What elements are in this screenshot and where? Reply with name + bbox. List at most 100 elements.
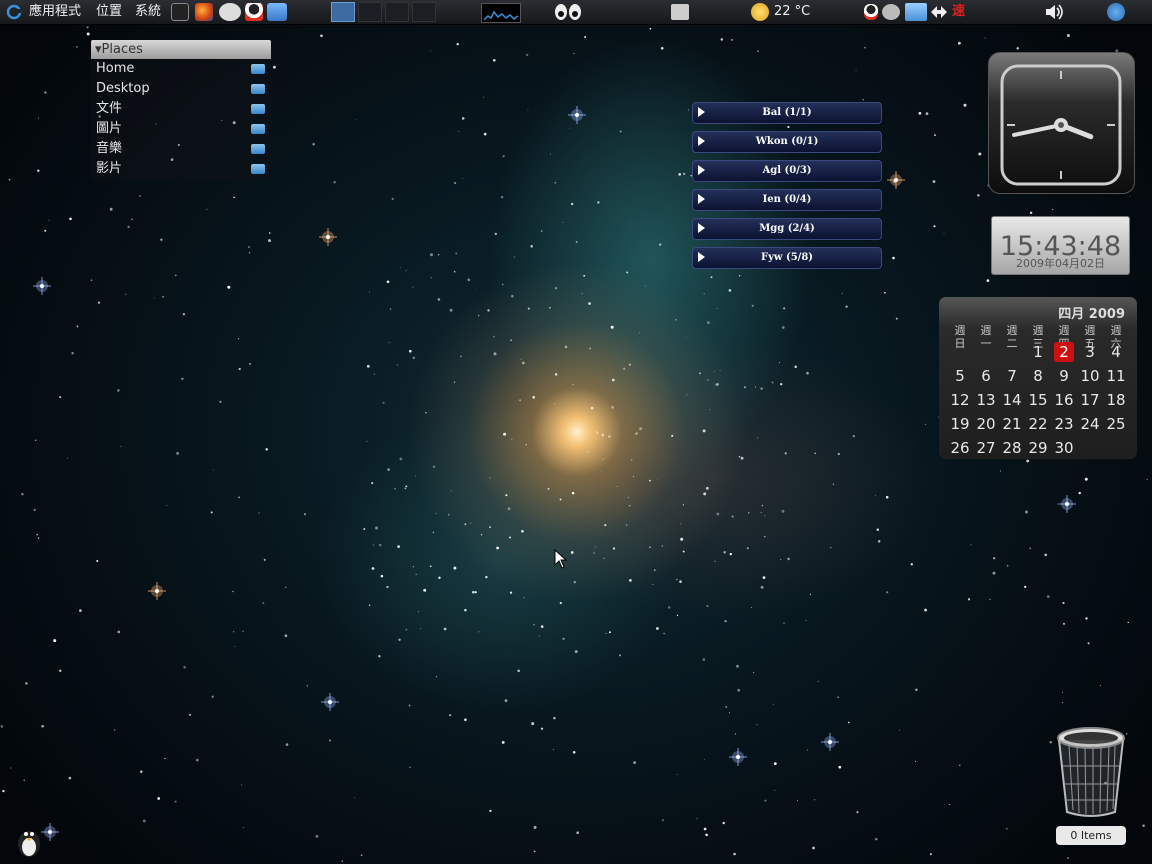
place-item-videos[interactable]: 影片 bbox=[91, 159, 271, 179]
places-widget: ▾Places Home Desktop 文件 圖片 音樂 影片 bbox=[91, 40, 271, 180]
qq-tray-icon[interactable] bbox=[864, 4, 878, 20]
calendar-day[interactable]: 5 bbox=[947, 366, 973, 386]
calendar-day[interactable]: 21 bbox=[999, 414, 1025, 434]
calendar-day[interactable]: 6 bbox=[973, 366, 999, 386]
calendar-widget[interactable]: 四月 2009 週 日週 一週 二週 三週 四週 五週 六12345678910… bbox=[939, 297, 1137, 459]
place-label: Desktop bbox=[96, 81, 150, 96]
calendar-day[interactable]: 9 bbox=[1051, 366, 1077, 386]
menu-places[interactable]: 位置 bbox=[96, 0, 122, 24]
distro-logo-icon[interactable] bbox=[6, 0, 22, 24]
image-viewer-icon[interactable] bbox=[267, 3, 287, 21]
search-icon[interactable] bbox=[1107, 3, 1125, 21]
clock-minute-hand bbox=[1012, 123, 1063, 137]
calendar-weekday-header: 週 二 bbox=[1006, 324, 1018, 350]
digital-clock-widget[interactable]: 15:43:48 2009年04月02日 bbox=[991, 216, 1130, 275]
trash-count-label: 0 Items bbox=[1056, 826, 1126, 845]
volume-icon[interactable] bbox=[1043, 0, 1065, 24]
notes-tray-icon[interactable] bbox=[905, 3, 927, 21]
workspace-2[interactable] bbox=[358, 2, 382, 22]
mouse-cursor-icon bbox=[554, 548, 568, 573]
feed-label: Fyw (5/8) bbox=[760, 252, 814, 263]
calendar-day[interactable]: 14 bbox=[999, 390, 1025, 410]
speed-tray-text[interactable]: 速 bbox=[952, 0, 965, 24]
feed-label: Agl (0/3) bbox=[762, 165, 812, 176]
arrows-tray-icon[interactable] bbox=[928, 0, 950, 24]
calendar-day[interactable]: 12 bbox=[947, 390, 973, 410]
workspace-3[interactable] bbox=[385, 2, 409, 22]
network-tray-icon[interactable] bbox=[882, 4, 900, 20]
calendar-day[interactable]: 8 bbox=[1025, 366, 1051, 386]
feed-item[interactable]: Ien (0/4) bbox=[692, 189, 882, 211]
menu-applications[interactable]: 應用程式 bbox=[29, 0, 81, 24]
calendar-month-title: 四月 2009 bbox=[1058, 307, 1125, 322]
calendar-day[interactable]: 4 bbox=[1103, 342, 1129, 362]
place-label: 文件 bbox=[96, 101, 123, 116]
place-label: Home bbox=[96, 61, 135, 76]
penguin-icon[interactable] bbox=[14, 824, 44, 858]
chat-icon[interactable] bbox=[219, 3, 241, 21]
show-desktop-icon[interactable] bbox=[671, 4, 689, 20]
feed-label: Bal (1/1) bbox=[762, 107, 812, 118]
calendar-day[interactable]: 18 bbox=[1103, 390, 1129, 410]
calendar-day[interactable]: 29 bbox=[1025, 438, 1051, 458]
place-label: 影片 bbox=[96, 161, 123, 176]
feed-item[interactable]: Mgg (2/4) bbox=[692, 218, 882, 240]
place-item-home[interactable]: Home bbox=[91, 59, 271, 79]
calendar-day[interactable]: 26 bbox=[947, 438, 973, 458]
system-monitor-graph[interactable] bbox=[481, 3, 521, 23]
calendar-day[interactable]: 19 bbox=[947, 414, 973, 434]
calendar-day[interactable]: 3 bbox=[1077, 342, 1103, 362]
places-title: Places bbox=[101, 42, 143, 57]
place-label: 音樂 bbox=[96, 141, 123, 156]
weather-temperature[interactable]: 22 °C bbox=[774, 0, 810, 24]
calendar-day[interactable]: 20 bbox=[973, 414, 999, 434]
folder-icon bbox=[251, 64, 265, 74]
workspace-1[interactable] bbox=[331, 2, 355, 22]
calendar-weekday-header: 週 一 bbox=[980, 324, 992, 350]
calendar-day[interactable]: 1 bbox=[1025, 342, 1051, 362]
calendar-day[interactable]: 13 bbox=[973, 390, 999, 410]
menu-system[interactable]: 系統 bbox=[135, 0, 161, 24]
sun-cloud-icon bbox=[751, 3, 769, 21]
feed-label: Ien (0/4) bbox=[762, 194, 812, 205]
calendar-day[interactable]: 24 bbox=[1077, 414, 1103, 434]
calendar-day[interactable]: 7 bbox=[999, 366, 1025, 386]
calendar-weekday-header: 週 日 bbox=[954, 324, 966, 350]
feed-item[interactable]: Wkon (0/1) bbox=[692, 131, 882, 153]
workspace-4[interactable] bbox=[412, 2, 436, 22]
top-panel: 應用程式 位置 系統 22 °C 速 bbox=[0, 0, 1152, 25]
place-item-documents[interactable]: 文件 bbox=[91, 99, 271, 119]
calendar-day[interactable]: 28 bbox=[999, 438, 1025, 458]
eyes-icon[interactable] bbox=[553, 0, 583, 24]
place-item-pictures[interactable]: 圖片 bbox=[91, 119, 271, 139]
feed-item[interactable]: Fyw (5/8) bbox=[692, 247, 882, 269]
place-item-music[interactable]: 音樂 bbox=[91, 139, 271, 159]
folder-icon bbox=[251, 144, 265, 154]
places-header[interactable]: ▾Places bbox=[91, 40, 271, 59]
calendar-day[interactable]: 30 bbox=[1051, 438, 1077, 458]
calendar-day[interactable]: 10 bbox=[1077, 366, 1103, 386]
folder-icon bbox=[251, 124, 265, 134]
trash-icon[interactable] bbox=[1055, 726, 1127, 818]
folder-icon bbox=[251, 164, 265, 174]
calendar-day[interactable]: 11 bbox=[1103, 366, 1129, 386]
folder-icon bbox=[251, 84, 265, 94]
clock-face bbox=[1000, 64, 1122, 186]
qq-icon[interactable] bbox=[245, 3, 263, 21]
place-label: 圖片 bbox=[96, 121, 123, 136]
feed-item[interactable]: Agl (0/3) bbox=[692, 160, 882, 182]
calendar-day[interactable]: 23 bbox=[1051, 414, 1077, 434]
place-item-desktop[interactable]: Desktop bbox=[91, 79, 271, 99]
calendar-day[interactable]: 16 bbox=[1051, 390, 1077, 410]
firefox-icon[interactable] bbox=[195, 3, 213, 21]
feed-label: Mgg (2/4) bbox=[759, 223, 815, 234]
analog-clock-widget[interactable] bbox=[988, 52, 1135, 194]
calendar-day[interactable]: 27 bbox=[973, 438, 999, 458]
calendar-day[interactable]: 22 bbox=[1025, 414, 1051, 434]
calendar-day[interactable]: 25 bbox=[1103, 414, 1129, 434]
calendar-day[interactable]: 17 bbox=[1077, 390, 1103, 410]
terminal-icon[interactable] bbox=[171, 3, 189, 21]
feed-item[interactable]: Bal (1/1) bbox=[692, 102, 882, 124]
calendar-day-today[interactable]: 2 bbox=[1054, 342, 1074, 362]
calendar-day[interactable]: 15 bbox=[1025, 390, 1051, 410]
